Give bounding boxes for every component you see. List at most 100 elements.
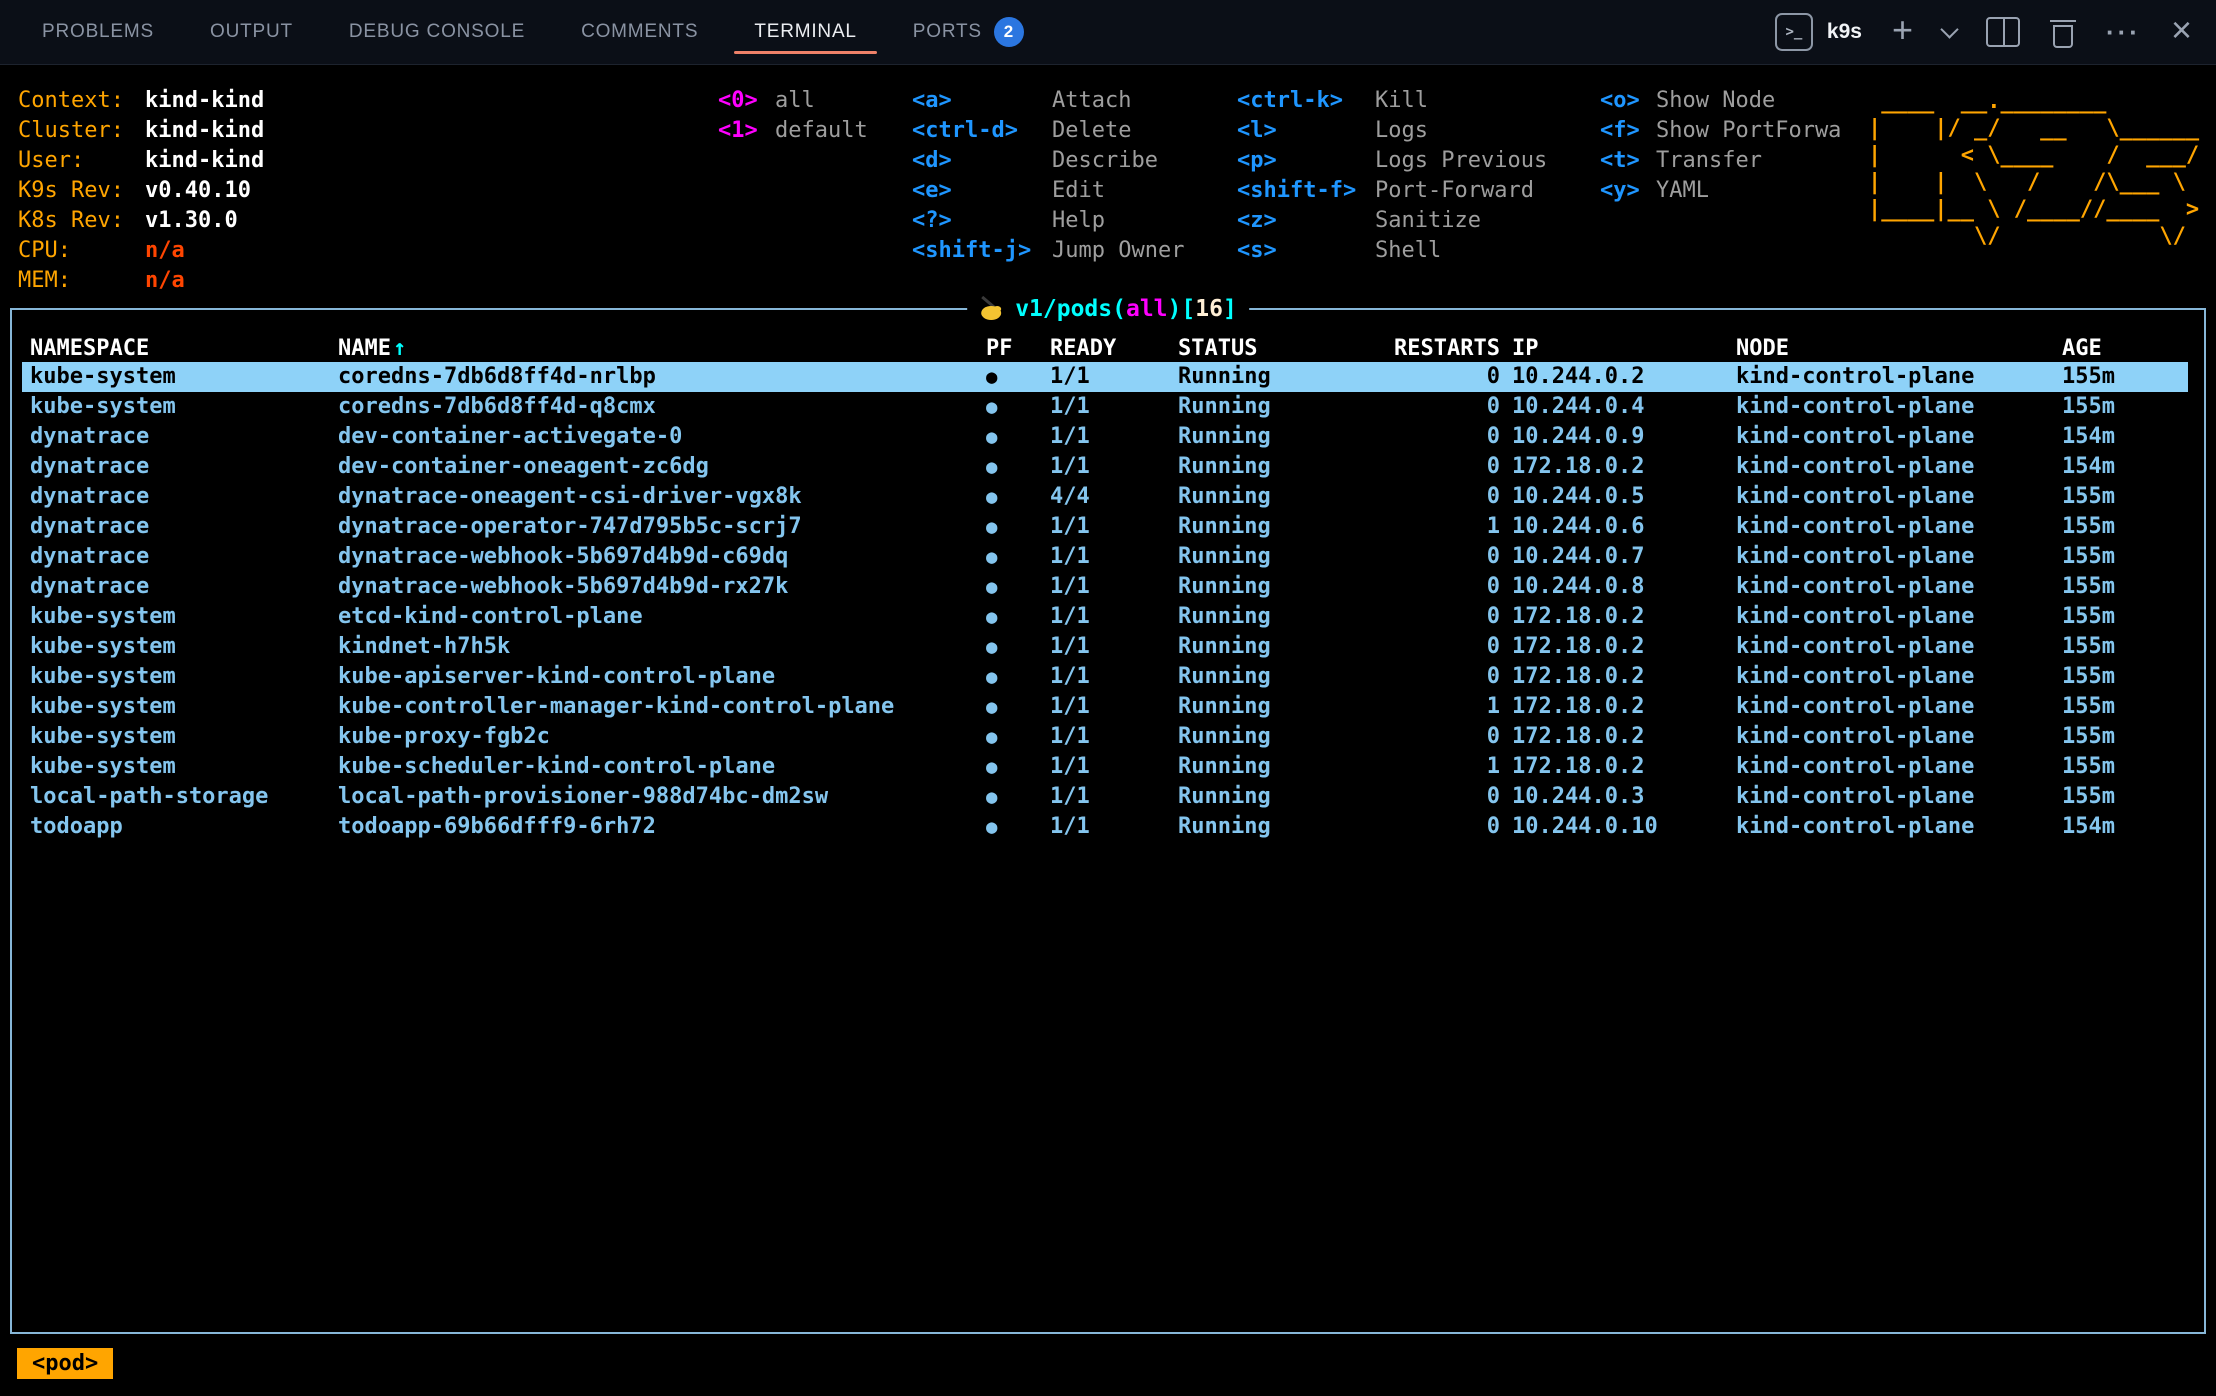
cell-ready: 1/1: [1050, 542, 1178, 572]
cell-ready: 1/1: [1050, 422, 1178, 452]
tab-output[interactable]: OUTPUT: [182, 0, 321, 64]
table-row[interactable]: dynatracedev-container-oneagent-zc6dg●1/…: [22, 452, 2188, 482]
cell-status: Running: [1178, 752, 1386, 782]
breadcrumb-pod: <pod>: [17, 1348, 113, 1379]
hotkey-label: Shell: [1375, 236, 1547, 266]
cell-namespace: dynatrace: [30, 542, 338, 572]
table-row[interactable]: todoapptodoapp-69b66dfff9-6rh72●1/1Runni…: [22, 812, 2188, 842]
hotkey-key: <o>: [1600, 86, 1656, 116]
cluster-info-label: Cluster:: [18, 116, 145, 146]
table-row[interactable]: dynatracedynatrace-webhook-5b697d4b9d-rx…: [22, 572, 2188, 602]
table-row[interactable]: kube-systemkindnet-h7h5k●1/1Running0172.…: [22, 632, 2188, 662]
table-row[interactable]: local-path-storagelocal-path-provisioner…: [22, 782, 2188, 812]
table-row[interactable]: dynatracedynatrace-oneagent-csi-driver-v…: [22, 482, 2188, 512]
cell-namespace: local-path-storage: [30, 782, 338, 812]
cell-node: kind-control-plane: [1736, 812, 2062, 842]
table-row[interactable]: kube-systemkube-apiserver-kind-control-p…: [22, 662, 2188, 692]
table-row[interactable]: kube-systemkube-proxy-fgb2c●1/1Running01…: [22, 722, 2188, 752]
cell-ip: 10.244.0.8: [1504, 572, 1736, 602]
cell-ready: 1/1: [1050, 782, 1178, 812]
cell-node: kind-control-plane: [1736, 692, 2062, 722]
cell-status: Running: [1178, 452, 1386, 482]
column-header-age: AGE: [2062, 334, 2188, 364]
table-row[interactable]: dynatracedev-container-activegate-0●1/1R…: [22, 422, 2188, 452]
hotkey-label: Edit: [1052, 176, 1184, 206]
column-header-ip: IP: [1504, 334, 1736, 364]
cell-age: 155m: [2062, 632, 2188, 662]
kill-terminal-icon[interactable]: [2050, 17, 2076, 48]
cell-ip: 172.18.0.2: [1504, 602, 1736, 632]
cell-node: kind-control-plane: [1736, 632, 2062, 662]
cluster-info-value: v1.30.0: [145, 206, 264, 236]
terminal-session-icon: >_: [1775, 13, 1813, 51]
pf-dot-icon: ●: [986, 542, 1050, 572]
cell-node: kind-control-plane: [1736, 662, 2062, 692]
table-row[interactable]: kube-systemkube-scheduler-kind-control-p…: [22, 752, 2188, 782]
hotkey-key: <y>: [1600, 176, 1656, 206]
cell-ready: 1/1: [1050, 512, 1178, 542]
tab-debug-console[interactable]: DEBUG CONSOLE: [321, 0, 553, 64]
cell-node: kind-control-plane: [1736, 782, 2062, 812]
hotkey-key: <shift-f>: [1237, 176, 1375, 206]
cell-ready: 1/1: [1050, 812, 1178, 842]
pf-dot-icon: ●: [986, 692, 1050, 722]
cell-status: Running: [1178, 782, 1386, 812]
cell-restarts: 0: [1386, 482, 1504, 512]
pf-dot-icon: ●: [986, 722, 1050, 752]
tab-terminal[interactable]: TERMINAL: [726, 0, 884, 64]
split-terminal-icon[interactable]: [1986, 17, 2020, 47]
cell-namespace: kube-system: [30, 752, 338, 782]
new-terminal-button[interactable]: +: [1892, 12, 1913, 48]
cell-namespace: dynatrace: [30, 482, 338, 512]
tab-comments[interactable]: COMMENTS: [553, 0, 726, 64]
hotkey-label: Jump Owner: [1052, 236, 1184, 266]
table-row[interactable]: kube-systemcoredns-7db6d8ff4d-q8cmx●1/1R…: [22, 392, 2188, 422]
cell-restarts: 0: [1386, 602, 1504, 632]
table-row[interactable]: kube-systemcoredns-7db6d8ff4d-nrlbp●1/1R…: [22, 362, 2188, 392]
hotkey-key: <f>: [1600, 116, 1656, 146]
hotkey-label: Show Node: [1656, 86, 1841, 116]
cell-ip: 10.244.0.10: [1504, 812, 1736, 842]
cell-status: Running: [1178, 602, 1386, 632]
cell-name: dev-container-oneagent-zc6dg: [338, 452, 986, 482]
cell-ready: 1/1: [1050, 602, 1178, 632]
tab-ports[interactable]: PORTS2: [885, 0, 1052, 64]
cell-restarts: 1: [1386, 752, 1504, 782]
cell-ready: 1/1: [1050, 722, 1178, 752]
table-row[interactable]: kube-systemkube-controller-manager-kind-…: [22, 692, 2188, 722]
cell-node: kind-control-plane: [1736, 362, 2062, 392]
close-panel-icon[interactable]: ×: [2171, 12, 2192, 48]
cell-name: kube-scheduler-kind-control-plane: [338, 752, 986, 782]
table-row[interactable]: dynatracedynatrace-webhook-5b697d4b9d-c6…: [22, 542, 2188, 572]
cell-status: Running: [1178, 392, 1386, 422]
hotkey-key: <s>: [1237, 236, 1375, 266]
cell-node: kind-control-plane: [1736, 512, 2062, 542]
pf-dot-icon: ●: [986, 572, 1050, 602]
terminal-session-label: k9s: [1827, 20, 1862, 44]
cell-ip: 172.18.0.2: [1504, 452, 1736, 482]
tab-label: PORTS: [913, 21, 982, 43]
more-actions-icon[interactable]: ···: [2106, 17, 2141, 48]
cell-node: kind-control-plane: [1736, 422, 2062, 452]
cell-age: 155m: [2062, 602, 2188, 632]
cell-restarts: 0: [1386, 662, 1504, 692]
cell-age: 155m: [2062, 752, 2188, 782]
cell-name: todoapp-69b66dfff9-6rh72: [338, 812, 986, 842]
cell-age: 154m: [2062, 422, 2188, 452]
cell-restarts: 0: [1386, 572, 1504, 602]
table-row[interactable]: dynatracedynatrace-operator-747d795b5c-s…: [22, 512, 2188, 542]
tab-problems[interactable]: PROBLEMS: [14, 0, 182, 64]
cell-ip: 10.244.0.7: [1504, 542, 1736, 572]
pf-dot-icon: ●: [986, 752, 1050, 782]
cell-ip: 10.244.0.9: [1504, 422, 1736, 452]
hotkey-key: <l>: [1237, 116, 1375, 146]
terminal-dropdown-chevron-icon[interactable]: [1940, 20, 1958, 38]
vscode-terminal-panel: PROBLEMSOUTPUTDEBUG CONSOLECOMMENTSTERMI…: [0, 0, 2216, 1396]
cell-ready: 1/1: [1050, 452, 1178, 482]
cell-name: dynatrace-webhook-5b697d4b9d-c69dq: [338, 542, 986, 572]
cell-age: 155m: [2062, 362, 2188, 392]
hotkey-label: default: [775, 116, 868, 146]
cell-name: kube-proxy-fgb2c: [338, 722, 986, 752]
cluster-info: Context:kind-kindCluster:kind-kindUser:k…: [18, 86, 264, 296]
table-row[interactable]: kube-systemetcd-kind-control-plane●1/1Ru…: [22, 602, 2188, 632]
